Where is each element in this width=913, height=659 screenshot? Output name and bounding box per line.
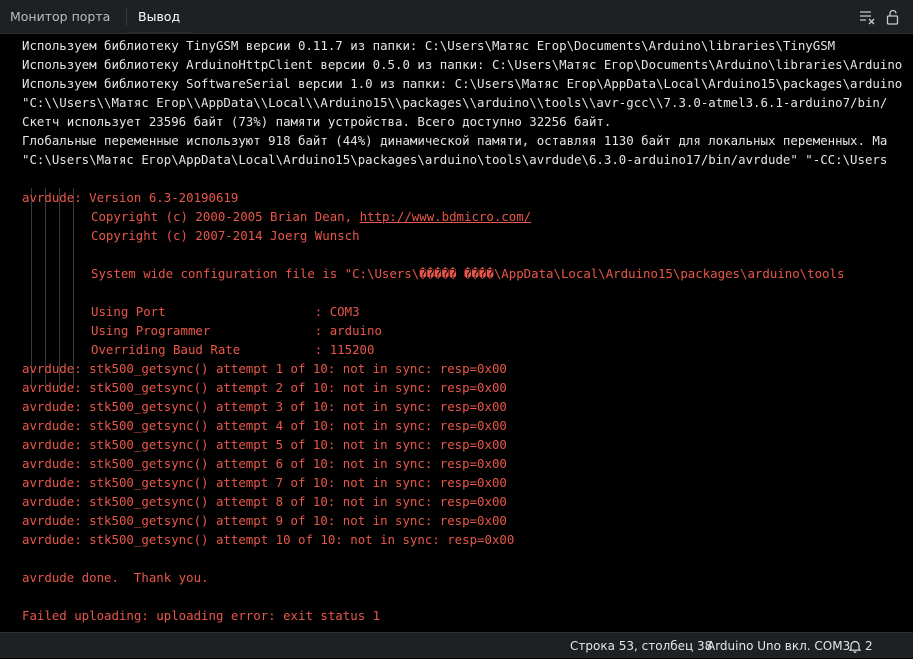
console-error-line: Using Port : COM3 bbox=[91, 304, 360, 319]
console-error-line: avrdude: stk500_getsync() attempt 7 of 1… bbox=[22, 475, 507, 490]
board-selector[interactable]: Arduino Uno вкл. COM3 bbox=[707, 633, 850, 659]
panel-tab-bar: Монитор порта Вывод bbox=[0, 0, 913, 34]
console-error-line: Copyright (c) 2007-2014 Joerg Wunsch bbox=[91, 228, 360, 243]
console-error-line: avrdude: stk500_getsync() attempt 9 of 1… bbox=[22, 513, 507, 528]
scroll-lock-button[interactable] bbox=[884, 8, 902, 26]
clear-output-button[interactable] bbox=[858, 8, 876, 26]
console-line: "C:\Users\Матяс Егор\AppData\Local\Ardui… bbox=[22, 152, 888, 167]
unlock-scroll-icon bbox=[886, 9, 899, 25]
indent-guide bbox=[59, 188, 60, 388]
notification-count: 2 bbox=[865, 639, 873, 653]
console-error-line: avrdude: stk500_getsync() attempt 10 of … bbox=[22, 532, 515, 547]
notifications-button[interactable]: 2 bbox=[848, 633, 873, 659]
console-error-line: avrdude: stk500_getsync() attempt 1 of 1… bbox=[22, 361, 507, 376]
console-error-line: Using Programmer : arduino bbox=[91, 323, 382, 338]
console-line: Глобальные переменные используют 918 бай… bbox=[22, 133, 888, 148]
console-error-line: avrdude: Version 6.3-20190619 bbox=[22, 190, 239, 205]
indent-guide bbox=[45, 188, 46, 388]
console-error-line: avrdude: stk500_getsync() attempt 4 of 1… bbox=[22, 418, 507, 433]
cursor-position[interactable]: Строка 53, столбец 38 bbox=[570, 633, 712, 659]
console-line: Используем библиотеку SoftwareSerial вер… bbox=[22, 76, 903, 91]
console-error-line: Failed uploading: uploading error: exit … bbox=[22, 608, 381, 623]
console-line: Используем библиотеку TinyGSM версии 0.1… bbox=[22, 38, 836, 53]
console-error-line: avrdude: stk500_getsync() attempt 3 of 1… bbox=[22, 399, 507, 414]
console-line: Используем библиотеку ArduinoHttpClient … bbox=[22, 57, 903, 72]
console-error-line: Overriding Baud Rate : 115200 bbox=[91, 342, 375, 357]
output-console[interactable]: Используем библиотеку TinyGSM версии 0.1… bbox=[0, 34, 913, 632]
console-line: "C:\\Users\\Матяс Егор\\AppData\\Local\\… bbox=[22, 95, 888, 110]
console-line: Скетч использует 23596 байт (73%) памяти… bbox=[22, 114, 612, 129]
console-error-line: avrdude: stk500_getsync() attempt 6 of 1… bbox=[22, 456, 507, 471]
clear-output-icon bbox=[860, 11, 875, 25]
console-link[interactable]: http://www.bdmicro.com/ bbox=[360, 209, 532, 224]
tab-serial-monitor[interactable]: Монитор порта bbox=[0, 0, 120, 34]
status-bar: Строка 53, столбец 38 Arduino Uno вкл. C… bbox=[0, 632, 913, 658]
console-line-text: Copyright (c) 2000-2005 Brian Dean, bbox=[91, 209, 360, 224]
console-error-line: Copyright (c) 2000-2005 Brian Dean, http… bbox=[91, 207, 531, 226]
console-error-line: avrdude: stk500_getsync() attempt 2 of 1… bbox=[22, 380, 507, 395]
indent-guide bbox=[73, 188, 74, 388]
console-error-line: avrdude: stk500_getsync() attempt 8 of 1… bbox=[22, 494, 507, 509]
tab-output[interactable]: Вывод bbox=[126, 0, 193, 34]
bell-icon bbox=[848, 640, 862, 653]
indent-guide bbox=[31, 188, 32, 388]
console-error-line: avrdude: stk500_getsync() attempt 5 of 1… bbox=[22, 437, 507, 452]
console-error-line: avrdude done. Thank you. bbox=[22, 570, 209, 585]
console-error-line: System wide configuration file is "C:\Us… bbox=[91, 266, 845, 281]
